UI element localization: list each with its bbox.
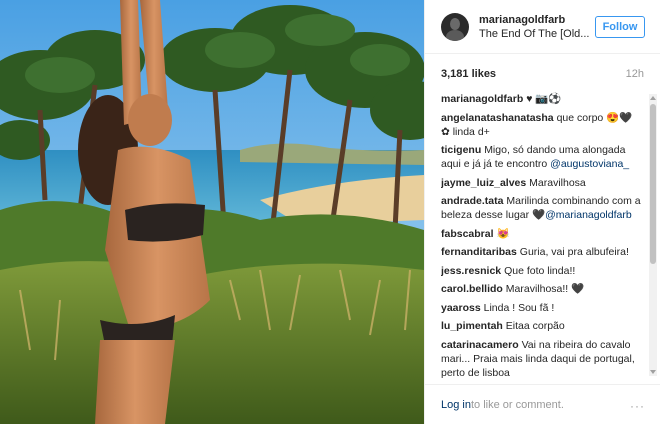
post-meta: 3,181 likes 12h [441, 62, 644, 86]
comment-item: catarinacamero Vai na ribeira do cavalo … [441, 338, 641, 379]
scroll-down-arrow-icon[interactable] [650, 370, 656, 374]
header-text: marianagoldfarb The End Of The [Old... [479, 13, 609, 41]
comment-text: Que foto linda!! [504, 264, 576, 277]
comment-username[interactable]: marianagoldfarb [441, 93, 523, 105]
comment-item: fernanditaribas Guria, vai pra albufeira… [441, 245, 641, 259]
comment-mention[interactable]: @augustoviana_ [550, 158, 629, 170]
username-link[interactable]: marianagoldfarb [479, 13, 609, 27]
comment-username[interactable]: andrade.tata [441, 195, 503, 207]
comment-username[interactable]: jess.resnick [441, 265, 501, 277]
post-header: marianagoldfarb The End Of The [Old... F… [425, 0, 660, 54]
comment-username[interactable]: lu_pimentah [441, 320, 503, 332]
comment-item: ticigenu Migo, só dando uma alongada aqu… [441, 143, 641, 171]
likes-count[interactable]: 3,181 likes [441, 68, 496, 80]
comment-text: Guria, vai pra albufeira! [519, 246, 629, 258]
comment-text: Eitaa corpão [505, 320, 565, 332]
post-sidebar: marianagoldfarb The End Of The [Old... F… [424, 0, 660, 424]
comment-item: carol.bellido Maravilhosa!! 🖤 [441, 282, 641, 296]
login-link[interactable]: Log in [441, 399, 471, 411]
comment-username[interactable]: fabscabral [441, 228, 494, 240]
comment-text: ♥ 📷⚽ [526, 93, 562, 105]
scroll-thumb[interactable] [650, 104, 656, 264]
comment-text: Maravilhosa [529, 176, 586, 189]
comment-text: Maravilhosa!! 🖤 [505, 283, 585, 295]
comment-item: jess.resnick Que foto linda!! [441, 264, 641, 278]
comment-username[interactable]: carol.bellido [441, 283, 503, 295]
comment-item: andrade.tata Marilinda combinando com a … [441, 194, 641, 222]
post-footer: Log in to like or comment. ··· [425, 384, 660, 424]
comment-username[interactable]: fernanditaribas [441, 246, 517, 258]
comment-username[interactable]: angelanatashanatasha [441, 112, 554, 124]
comment-username[interactable]: jayme_luiz_alves [441, 177, 526, 189]
comment-item: angelanatashanatasha que corpo 😍🖤 ✿ lind… [441, 111, 641, 139]
comment-item: marianagoldfarb ♥ 📷⚽ [441, 92, 641, 106]
comment-text: Linda ! Sou fã ! [483, 301, 555, 314]
comment-item: fabscabral 😻 [441, 227, 641, 241]
more-options-icon[interactable]: ··· [630, 399, 645, 413]
comment-item: yaaross Linda ! Sou fã ! [441, 301, 641, 315]
login-prompt-text: to like or comment. [470, 398, 564, 411]
location-link[interactable]: The End Of The [Old... [479, 27, 609, 41]
post-time[interactable]: 12h [626, 68, 644, 80]
comment-item: jayme_luiz_alves Maravilhosa [441, 176, 641, 190]
comment-mention[interactable]: 🖤@marianagoldfarb [532, 209, 632, 221]
comment-username[interactable]: yaaross [441, 302, 481, 314]
scroll-up-arrow-icon[interactable] [650, 96, 656, 100]
comment-list: marianagoldfarb ♥ 📷⚽ angelanatashanatash… [441, 92, 641, 378]
photo-illustration [0, 0, 424, 424]
comments-scrollbar[interactable] [649, 94, 657, 376]
follow-button[interactable]: Follow [595, 16, 645, 38]
comment-username[interactable]: catarinacamero [441, 339, 519, 351]
comment-item: lu_pimentah Eitaa corpão [441, 319, 641, 333]
avatar[interactable] [441, 12, 469, 41]
comment-text: 😻 [496, 227, 510, 240]
comment-username[interactable]: ticigenu [441, 144, 481, 156]
post-photo[interactable] [0, 0, 424, 424]
